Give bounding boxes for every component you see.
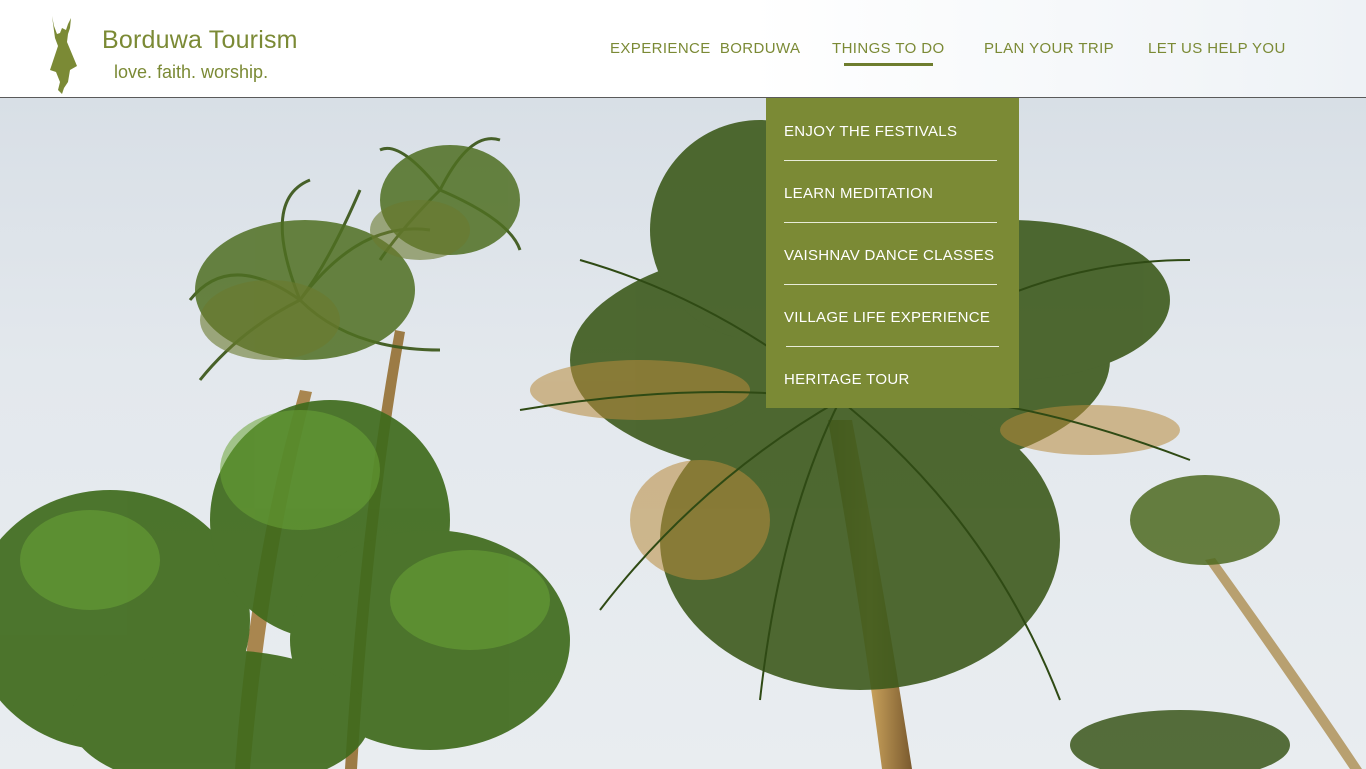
brand-title[interactable]: Borduwa Tourism	[102, 26, 298, 55]
nav-things-to-do[interactable]: THINGS TO DO	[832, 40, 945, 57]
nav-experience-borduwa[interactable]: EXPERIENCE BORDUWA	[610, 40, 800, 57]
dropdown-item-village-life[interactable]: VILLAGE LIFE EXPERIENCE	[784, 309, 990, 326]
nav-plan-your-trip[interactable]: PLAN YOUR TRIP	[984, 40, 1114, 57]
dropdown-divider	[784, 222, 997, 223]
palm-trees-photo	[0, 120, 1362, 769]
brand-tagline: love. faith. worship.	[114, 62, 269, 82]
dropdown-item-festivals[interactable]: ENJOY THE FESTIVALS	[784, 123, 957, 140]
dropdown-item-heritage-tour[interactable]: HERITAGE TOUR	[784, 371, 910, 388]
dropdown-item-dance-classes[interactable]: VAISHNAV DANCE CLASSES	[784, 247, 994, 264]
dancer-silhouette-icon[interactable]	[44, 16, 82, 94]
dropdown-divider	[784, 284, 997, 285]
active-nav-indicator	[844, 63, 933, 66]
things-to-do-dropdown: ENJOY THE FESTIVALS LEARN MEDITATION VAI…	[766, 98, 1019, 408]
site-header: Borduwa Tourism love. faith. worship. EX…	[0, 0, 1366, 98]
dropdown-divider	[786, 346, 999, 347]
nav-let-us-help-you[interactable]: LET US HELP YOU	[1148, 40, 1286, 57]
hero-image	[0, 98, 1366, 769]
dropdown-divider	[784, 160, 997, 161]
dropdown-item-meditation[interactable]: LEARN MEDITATION	[784, 185, 933, 202]
